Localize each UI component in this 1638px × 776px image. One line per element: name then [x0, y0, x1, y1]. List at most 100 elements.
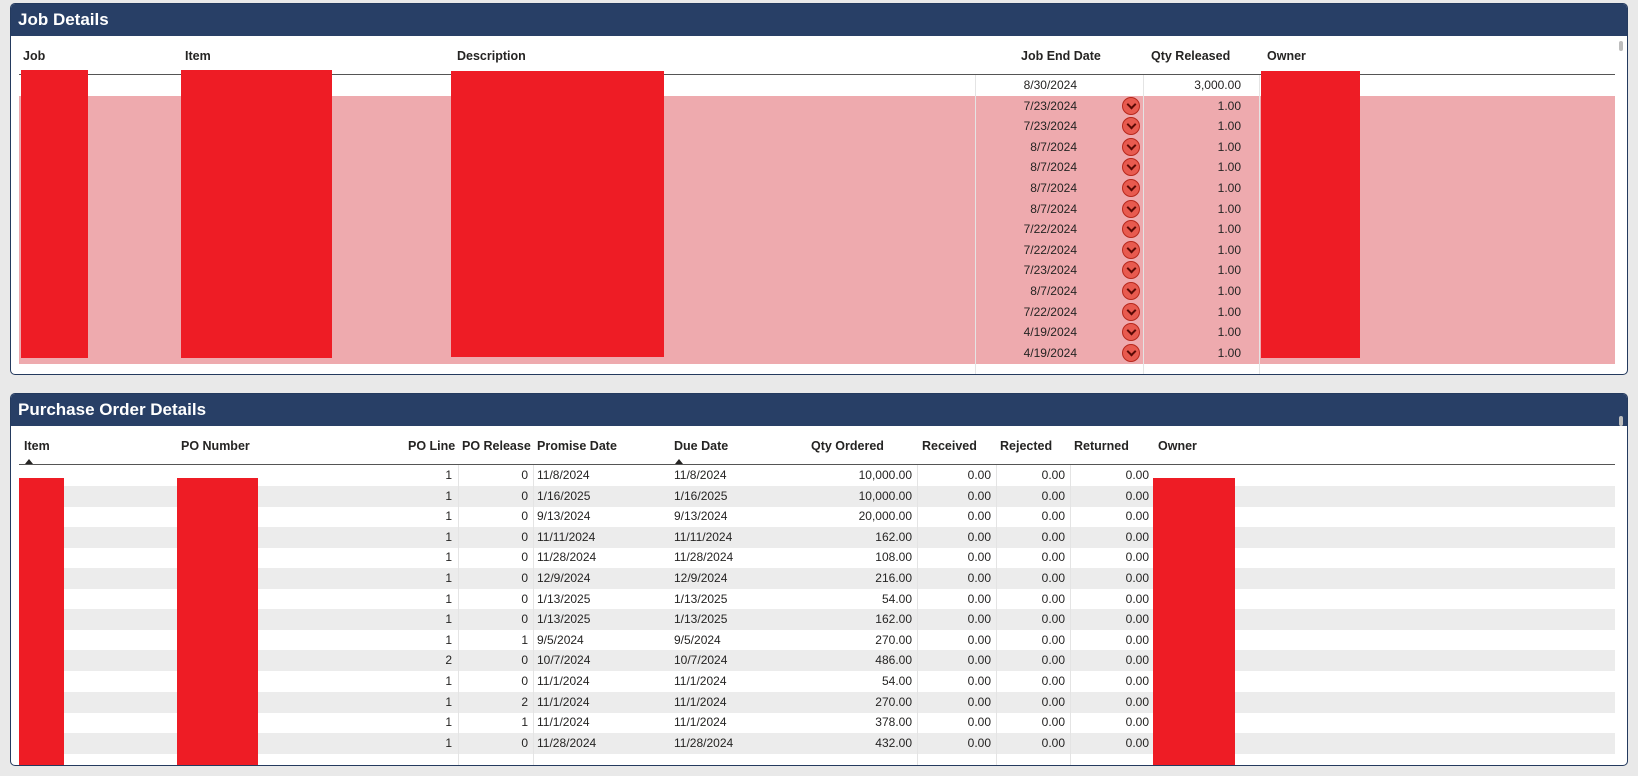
qty-released-cell: 1.00	[1217, 119, 1241, 134]
po-details-scrollbar[interactable]	[1619, 416, 1623, 426]
due-date-cell: 1/16/2025	[674, 488, 728, 503]
column-header-received[interactable]: Received	[922, 439, 977, 453]
received-cell: 0.00	[967, 468, 991, 482]
column-header-promise-date[interactable]: Promise Date	[537, 439, 617, 453]
column-header-owner[interactable]: Owner	[1267, 49, 1306, 63]
due-date-cell: 1/13/2025	[674, 591, 728, 606]
table-row[interactable]: 1 1 9/5/2024 9/5/2024 270.00 0.00 0.00 0.00	[19, 630, 1615, 652]
chevron-down-circle-icon	[1122, 158, 1140, 177]
table-row[interactable]: 1 0 12/9/2024 12/9/2024 216.00 0.00 0.00 0.00	[19, 568, 1615, 590]
returned-cell: 0.00	[1125, 694, 1149, 709]
chevron-down-circle-icon	[1122, 220, 1140, 239]
column-divider	[996, 465, 997, 765]
table-row[interactable]: 2 0 10/7/2024 10/7/2024 486.00 0.00 0.00 0.00	[19, 650, 1615, 673]
po-line-cell: 1	[445, 674, 452, 688]
job-details-title: Job Details	[11, 4, 1627, 36]
rejected-cell: 0.00	[1041, 653, 1065, 668]
redaction-block-item	[19, 478, 64, 765]
po-header-row: Item PO Number PO Line PO Release Promis…	[19, 430, 1615, 465]
column-header-job-end-date[interactable]: Job End Date	[1021, 49, 1101, 63]
column-header-rejected[interactable]: Rejected	[1000, 439, 1052, 453]
po-release-cell: 0	[521, 529, 528, 544]
po-line-cell: 1	[445, 529, 452, 544]
promise-date-cell: 11/28/2024	[537, 735, 597, 750]
purchase-order-details-title: Purchase Order Details	[11, 394, 1627, 426]
returned-cell: 0.00	[1125, 509, 1149, 524]
column-header-owner[interactable]: Owner	[1158, 439, 1197, 453]
received-cell: 0.00	[967, 715, 991, 730]
received-cell: 0.00	[967, 571, 991, 585]
chevron-down-circle-icon	[1122, 96, 1140, 115]
po-release-cell: 1	[521, 715, 528, 730]
table-row[interactable]: 1 1 11/1/2024 11/1/2024 378.00 0.00 0.00 0.00	[19, 712, 1615, 735]
table-row[interactable]: 1 0 1/13/2025 1/13/2025 54.00 0.00 0.00 0.00	[19, 589, 1615, 611]
sort-ascending-icon[interactable]	[25, 459, 33, 464]
job-end-date-cell: 7/22/2024	[1023, 304, 1077, 319]
promise-date-cell: 1/13/2025	[537, 612, 591, 627]
rejected-cell: 0.00	[1041, 694, 1065, 709]
table-row[interactable]: 1 0 1/16/2025 1/16/2025 10,000.00 0.00 0.00 0.0…	[19, 485, 1615, 508]
po-rows: 1 0 11/8/2024 11/8/2024 10,000.00 0.00 0.00 0.0…	[19, 465, 1615, 765]
qty-released-cell: 1.00	[1217, 98, 1241, 113]
promise-date-cell: 11/11/2024	[537, 529, 596, 544]
returned-cell: 0.00	[1125, 674, 1149, 688]
promise-date-cell: 9/5/2024	[537, 632, 584, 647]
due-date-cell: 9/5/2024	[674, 632, 721, 647]
column-header-item[interactable]: Item	[185, 49, 211, 63]
job-end-date-cell: 8/7/2024	[1030, 139, 1077, 154]
redaction-block-owner	[1153, 478, 1235, 765]
purchase-order-table: Item PO Number PO Line PO Release Promis…	[19, 430, 1615, 765]
promise-date-cell: 11/1/2024	[537, 674, 590, 688]
po-release-cell: 0	[521, 612, 528, 627]
sort-ascending-icon[interactable]	[675, 459, 683, 464]
job-details-scrollbar[interactable]	[1619, 41, 1623, 51]
qty-ordered-cell: 108.00	[875, 550, 912, 565]
table-row[interactable]: 1 0 11/1/2024 11/1/2024 54.00 0.00 0.00 0.00	[19, 671, 1615, 693]
rejected-cell: 0.00	[1041, 674, 1065, 688]
po-line-cell: 1	[445, 612, 452, 627]
column-header-job[interactable]: Job	[23, 49, 45, 63]
table-row[interactable]: 1 2 11/1/2024 11/1/2024 270.00 0.00 0.00 0.00	[19, 691, 1615, 714]
column-divider	[533, 465, 534, 765]
table-row[interactable]: 1 0 11/11/2024 11/11/2024 162.00 0.00 0.00 0.00	[19, 526, 1615, 549]
table-row[interactable]: 1 0 11/8/2024 11/8/2024 10,000.00 0.00 0.00 0.0…	[19, 465, 1615, 487]
due-date-cell: 10/7/2024	[674, 653, 728, 668]
promise-date-cell: 1/16/2025	[537, 488, 591, 503]
column-header-qty-released[interactable]: Qty Released	[1151, 49, 1230, 63]
column-header-po-number[interactable]: PO Number	[181, 439, 250, 453]
table-row[interactable]: 1 0 9/13/2024 9/13/2024 20,000.00 0.00 0.00 0.0…	[19, 506, 1615, 529]
column-header-po-release[interactable]: PO Release	[462, 439, 531, 453]
received-cell: 0.00	[967, 735, 991, 750]
qty-ordered-cell: 10,000.00	[858, 488, 912, 503]
column-header-po-line[interactable]: PO Line	[408, 439, 455, 453]
due-date-cell: 11/1/2024	[674, 694, 727, 709]
promise-date-cell: 1/13/2025	[537, 591, 591, 606]
table-row[interactable]: 1 0 11/28/2024 11/28/2024 432.00 0.00 0.00 0.00	[19, 732, 1615, 755]
po-release-cell: 0	[521, 509, 528, 524]
qty-released-cell: 1.00	[1217, 263, 1241, 278]
column-header-item[interactable]: Item	[24, 439, 50, 453]
table-row[interactable]: 1 0 1/13/2025 1/13/2025 162.00 0.00 0.00 0.00	[19, 609, 1615, 632]
rejected-cell: 0.00	[1041, 735, 1065, 750]
received-cell: 0.00	[967, 509, 991, 524]
po-release-cell: 2	[521, 694, 528, 709]
job-end-date-cell: 7/22/2024	[1023, 242, 1077, 257]
qty-ordered-cell: 270.00	[875, 632, 912, 647]
job-end-date-cell: 7/23/2024	[1023, 98, 1077, 113]
due-date-cell: 11/1/2024	[674, 674, 727, 688]
column-header-returned[interactable]: Returned	[1074, 439, 1129, 453]
po-line-cell: 1	[445, 735, 452, 750]
rejected-cell: 0.00	[1041, 468, 1065, 482]
table-row[interactable]: 1 0 11/28/2024 11/28/2024 108.00 0.00 0.00 0.00	[19, 547, 1615, 570]
column-header-description[interactable]: Description	[457, 49, 526, 63]
po-release-cell: 0	[521, 468, 528, 482]
received-cell: 0.00	[967, 632, 991, 647]
due-date-cell: 11/28/2024	[674, 550, 734, 565]
received-cell: 0.00	[967, 694, 991, 709]
column-header-due-date[interactable]: Due Date	[674, 439, 728, 453]
column-header-qty-ordered[interactable]: Qty Ordered	[811, 439, 884, 453]
qty-ordered-cell: 432.00	[875, 735, 912, 750]
qty-released-cell: 1.00	[1217, 222, 1241, 237]
qty-released-cell: 1.00	[1217, 325, 1241, 340]
qty-ordered-cell: 486.00	[875, 653, 912, 668]
